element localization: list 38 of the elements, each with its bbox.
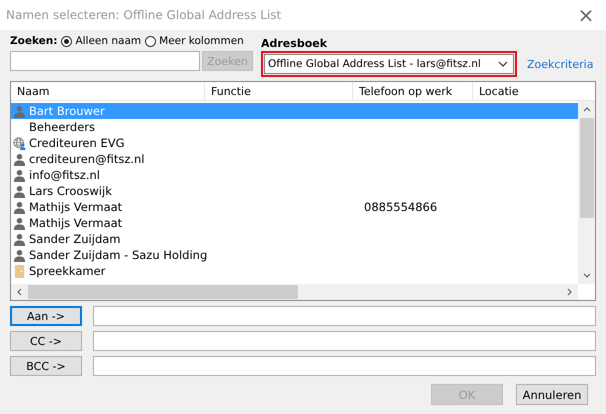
address-book-label: Adresboek [261,36,328,50]
name-cell-text: Beheerders [28,120,96,134]
name-cell-text: info@fitsz.nl [28,168,101,182]
search-criteria-link[interactable]: Zoekcriteria [527,58,594,70]
phone-cell: 0885554866 [364,200,438,214]
contact-row[interactable]: Sander Zuijdam [11,231,578,247]
name-cell-text: crediteuren@fitsz.nl [28,152,146,166]
name-cell-text: Lars Crooswijk [28,184,113,198]
contact-row[interactable]: Sander Zuijdam - Sazu Holding [11,247,578,263]
search-label: Zoeken: [10,35,58,47]
column-header[interactable]: Locatie [473,82,593,100]
name-cell-text: Spreekkamer [28,264,106,278]
contact-row[interactable]: Lars Crooswijk [11,183,578,199]
radio-option[interactable]: Alleen naam [61,35,142,47]
name-cell-text: Mathijs Vermaat [28,200,124,214]
name-cell-text: Sander Zuijdam - Sazu Holding [28,248,208,262]
contact-row[interactable]: Mathijs Vermaat [11,215,578,231]
contact-row[interactable]: Beheerders [11,119,578,135]
close-button[interactable]: × [566,0,606,30]
contact-row[interactable]: Spreekkamer [11,263,578,279]
contact-row[interactable]: Crediteuren EVG [11,135,578,151]
contact-row[interactable]: Mathijs Vermaat 0885554866 [11,199,578,215]
contact-row[interactable]: info@fitsz.nl [11,167,578,183]
radio-option[interactable]: Meer kolommen [145,35,244,47]
recipient-button[interactable]: BCC -> [10,356,82,376]
name-cell-text: Sander Zuijdam [28,232,122,246]
recipient-button[interactable]: Aan -> [10,306,82,326]
cancel-button[interactable]: Annuleren [516,384,588,405]
contact-row[interactable]: crediteuren@fitsz.nl [11,151,578,167]
recipient-button[interactable]: CC -> [10,331,82,351]
name-cell-text: Mathijs Vermaat [28,216,124,230]
window-title: Namen selecteren: Offline Global Address List [6,8,282,22]
name-cell-text: Bart Brouwer [28,104,106,118]
column-header[interactable]: Telefoon op werk [353,82,473,100]
column-header[interactable]: Naam [11,82,205,100]
address-book-dropdown[interactable]: Offline Global Address List - lars@fitsz.nl [264,54,514,74]
column-header[interactable]: Functie [205,82,353,100]
name-cell-text: Crediteuren EVG [28,136,126,150]
